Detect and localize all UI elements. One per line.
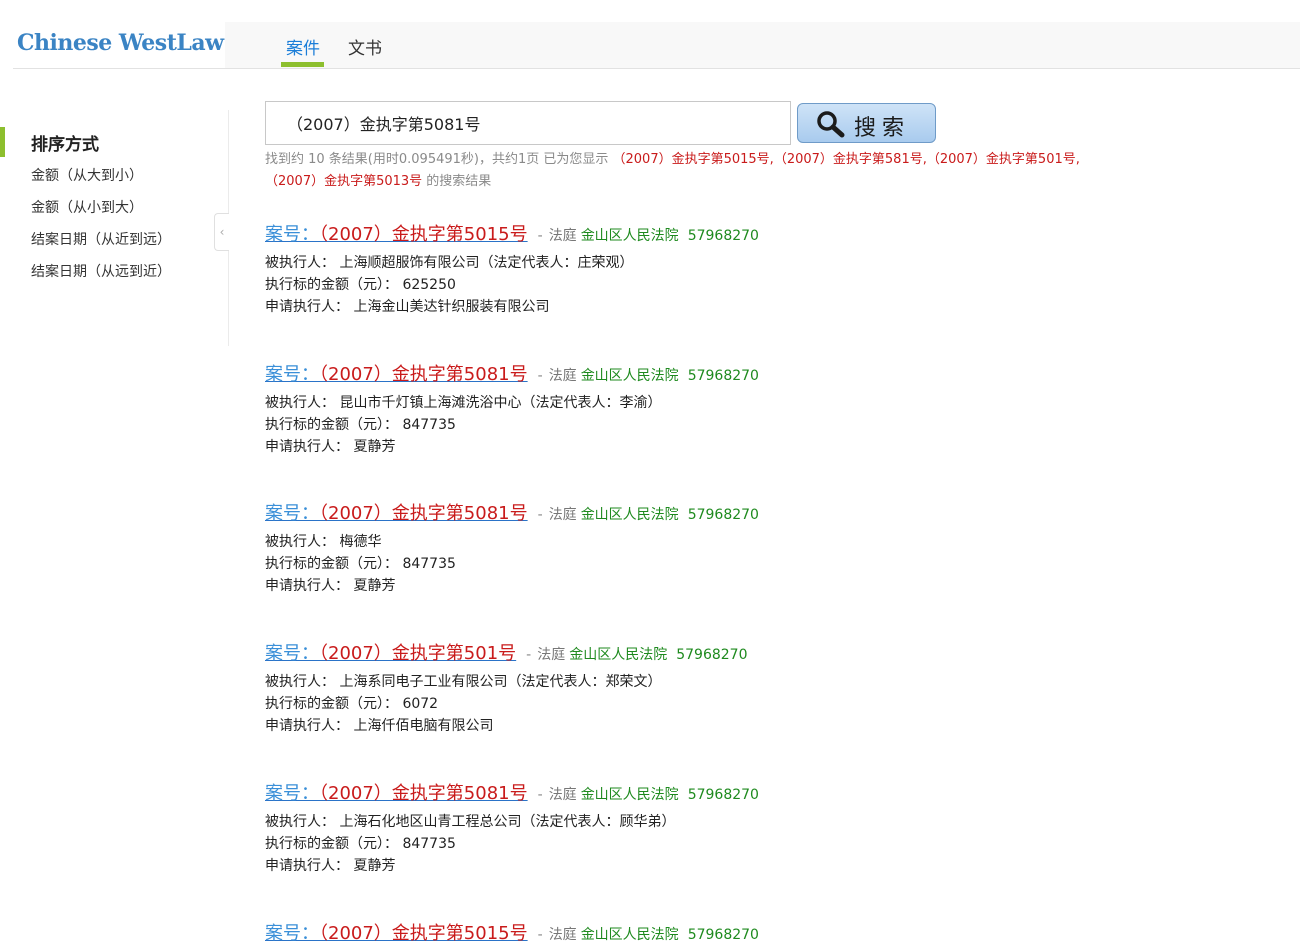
court-name: 金山区人民法院 — [580, 507, 679, 523]
separator: - — [537, 507, 543, 523]
court-name: 金山区人民法院 — [580, 787, 679, 803]
sidebar-title: 排序方式 — [31, 135, 99, 155]
court-phone: 57968270 — [687, 927, 759, 943]
court-label: 法庭 — [548, 507, 577, 523]
court-label: 法庭 — [548, 787, 577, 803]
chevron-left-icon: ‹ — [219, 225, 225, 239]
logo-area: Chinese WestLaw — [13, 22, 225, 68]
court-phone: 57968270 — [687, 368, 759, 384]
result-item: 案号：（2007）金执字第5015号 - 法庭 金山区人民法院 57968270 被执行… — [265, 220, 1165, 318]
court-label: 法庭 — [548, 927, 577, 943]
result-item: 案号：（2007）金执字第501号 - 法庭 金山区人民法院 57968270 被执行人… — [265, 639, 1165, 737]
active-tab-indicator — [281, 62, 324, 67]
court-phone: 57968270 — [676, 647, 748, 663]
applicant-line: 申请执行人： 上海金山美达针织服装有限公司 — [265, 299, 550, 315]
search-button-label: 搜索 — [854, 116, 911, 141]
applicant-line: 申请执行人： 夏静芳 — [265, 858, 396, 874]
summary-suffix: 的搜索结果 — [422, 174, 492, 189]
result-item: 案号：（2007）金执字第5081号 - 法庭 金山区人民法院 57968270 被执行… — [265, 499, 1165, 597]
respondent-line: 被执行人： 上海顺超服饰有限公司（法定代表人：庄荣观） — [265, 255, 634, 271]
court-name: 金山区人民法院 — [569, 647, 668, 663]
amount-line: 执行标的金额（元）： 847735 — [265, 556, 456, 572]
separator: - — [537, 787, 543, 803]
case-title-link[interactable]: 案号：（2007）金执字第5015号 — [265, 224, 528, 245]
result-item: 案号：（2007）金执字第5015号 - 法庭 金山区人民法院 57968270 — [265, 919, 1165, 945]
summary-prefix: 找到约 10 条结果(用时0.095491秒)，共约1页 已为您显示 — [265, 152, 613, 167]
respondent-line: 被执行人： 昆山市千灯镇上海滩洗浴中心（法定代表人：李渝） — [265, 395, 662, 411]
sort-sidebar: 排序方式 金额（从大到小） 金额（从小到大） 结案日期（从近到远） 结案日期（从… — [0, 110, 229, 346]
magnifier-icon — [817, 111, 845, 138]
search-input[interactable] — [265, 101, 791, 145]
separator: - — [537, 927, 543, 943]
tab-cases[interactable]: 案件 — [286, 34, 320, 59]
court-phone: 57968270 — [687, 507, 759, 523]
court-name: 金山区人民法院 — [580, 368, 679, 384]
case-title-link[interactable]: 案号：（2007）金执字第5081号 — [265, 503, 528, 524]
sort-amount-desc[interactable]: 金额（从大到小） — [31, 165, 143, 185]
sort-date-oldest-first[interactable]: 结案日期（从远到近） — [31, 261, 171, 281]
separator: - — [537, 228, 543, 244]
sort-date-recent-first[interactable]: 结案日期（从近到远） — [31, 229, 171, 249]
court-name: 金山区人民法院 — [580, 228, 679, 244]
court-label: 法庭 — [548, 228, 577, 244]
respondent-line: 被执行人： 梅德华 — [265, 534, 382, 550]
amount-line: 执行标的金额（元）： 847735 — [265, 417, 456, 433]
amount-line: 执行标的金额（元）： 6072 — [265, 696, 439, 712]
sort-amount-asc[interactable]: 金额（从小到大） — [31, 197, 143, 217]
applicant-line: 申请执行人： 夏静芳 — [265, 578, 396, 594]
tab-documents[interactable]: 文书 — [348, 34, 382, 59]
court-phone: 57968270 — [687, 787, 759, 803]
court-label: 法庭 — [548, 368, 577, 384]
collapse-sidebar-button[interactable]: ‹ — [214, 213, 229, 251]
case-title-link[interactable]: 案号：（2007）金执字第5081号 — [265, 364, 528, 385]
case-title-link[interactable]: 案号：（2007）金执字第5015号 — [265, 923, 528, 944]
result-item: 案号：（2007）金执字第5081号 - 法庭 金山区人民法院 57968270 被执行… — [265, 779, 1165, 877]
result-item: 案号：（2007）金执字第5081号 - 法庭 金山区人民法院 57968270 被执行… — [265, 360, 1165, 458]
case-title-link[interactable]: 案号：（2007）金执字第5081号 — [265, 783, 528, 804]
amount-line: 执行标的金额（元）： 625250 — [265, 277, 456, 293]
search-button[interactable]: 搜索 — [797, 103, 936, 143]
search-summary: 找到约 10 条结果(用时0.095491秒)，共约1页 已为您显示 （2007… — [265, 149, 1125, 193]
amount-line: 执行标的金额（元）： 847735 — [265, 836, 456, 852]
case-title-link[interactable]: 案号：（2007）金执字第501号 — [265, 643, 516, 664]
court-label: 法庭 — [537, 647, 566, 663]
applicant-line: 申请执行人： 上海仟佰电脑有限公司 — [265, 718, 494, 734]
respondent-line: 被执行人： 上海石化地区山青工程总公司（法定代表人：顾华弟） — [265, 814, 676, 830]
top-navigation-bar: Chinese WestLaw 案件 文书 — [13, 22, 1300, 69]
separator: - — [537, 368, 543, 384]
court-name: 金山区人民法院 — [580, 927, 679, 943]
respondent-line: 被执行人： 上海系同电子工业有限公司（法定代表人：郑荣文） — [265, 674, 662, 690]
court-phone: 57968270 — [687, 228, 759, 244]
separator: - — [526, 647, 532, 663]
site-logo[interactable]: Chinese WestLaw — [17, 30, 224, 56]
applicant-line: 申请执行人： 夏静芳 — [265, 439, 396, 455]
sidebar-active-marker — [0, 127, 5, 157]
